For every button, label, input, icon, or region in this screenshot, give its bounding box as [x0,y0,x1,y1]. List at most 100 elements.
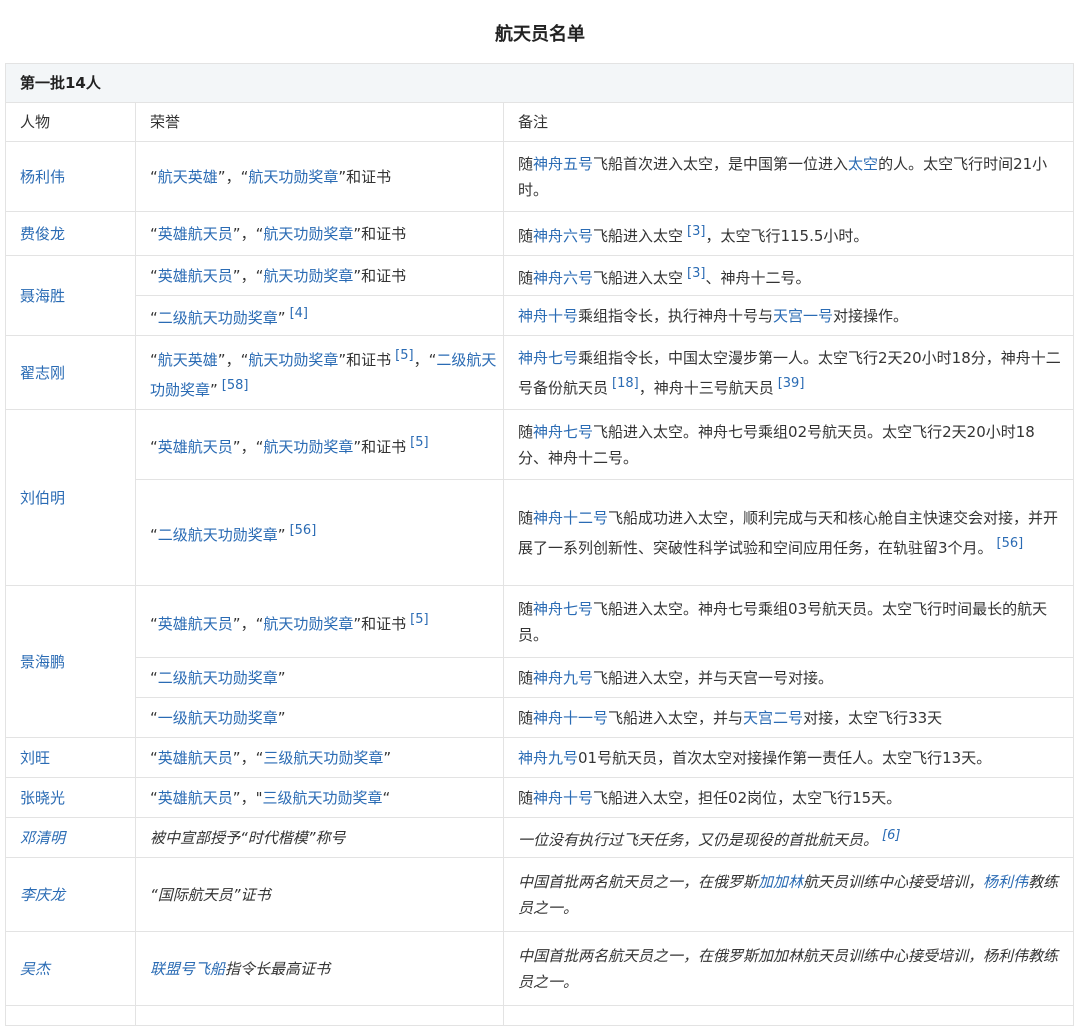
honor-cell: “二级航天功勋奖章” [56] [135,479,504,586]
spacecraft-link[interactable]: 联盟号飞船 [150,960,225,978]
mission-link[interactable]: 神舟七号 [533,600,593,618]
honor-link[interactable]: 二级航天功勋奖章 [158,669,278,687]
table-row: 费俊龙 “英雄航天员”，“航天功勋奖章”和证书 随神舟六号飞船进入太空 [3]，太… [5,211,1075,256]
person-cell: 翟志刚 [5,335,136,410]
person-link[interactable]: 刘旺 [20,749,50,767]
person-cell: 景海鹏 [5,585,136,738]
notes-cell: 随神舟五号飞船首次进入太空，是中国第一位进入太空的人。太空飞行时间21小时。 [502,141,1075,212]
honor-link[interactable]: 航天英雄 [158,168,218,186]
honor-link[interactable]: 英雄航天员 [158,225,233,243]
reference-link[interactable]: [5] [406,612,428,627]
honor-link[interactable]: 二级航天功勋奖章 [158,526,278,544]
reference-link[interactable]: [3] [683,266,705,281]
mission-link[interactable]: 神舟七号 [533,423,593,441]
honor-cell: “英雄航天员”，“航天功勋奖章”和证书 [5] [135,585,504,658]
person-link[interactable]: 李庆龙 [20,886,65,904]
honor-link[interactable]: 航天功勋奖章 [248,351,338,369]
honor-link[interactable]: 航天功勋奖章 [263,438,353,456]
honor-link[interactable]: 航天功勋奖章 [263,615,353,633]
honor-link[interactable]: 英雄航天员 [158,615,233,633]
reference-link[interactable]: [5] [391,348,413,363]
notes-cell: 一位没有执行过飞天任务，又仍是现役的首批航天员。 [6] [502,817,1075,858]
mission-link[interactable]: 神舟七号 [518,349,578,367]
reference-link[interactable]: [56] [993,536,1024,551]
mission-link[interactable]: 神舟十一号 [533,709,608,727]
table-row: 邓清明 被中宣部授予“时代楷模”称号 一位没有执行过飞天任务，又仍是现役的首批航… [5,817,1075,858]
person-link[interactable]: 刘伯明 [20,489,65,507]
notes-cell: 随神舟六号飞船进入太空 [3]，太空飞行115.5小时。 [502,211,1075,256]
notes-cell: 随神舟十一号飞船进入太空，并与天宫二号对接，太空飞行33天 [502,697,1075,738]
honor-cell: “航天英雄”，“航天功勋奖章”和证书 [135,141,504,212]
reference-link[interactable]: [4] [286,306,308,321]
honor-cell: “二级航天功勋奖章” [135,657,504,698]
notes-cell: 随神舟十号飞船进入太空，担任02岗位，太空飞行15天。 [502,777,1075,818]
honor-link[interactable]: 航天功勋奖章 [263,225,353,243]
reference-link[interactable]: [6] [878,828,900,843]
honor-link[interactable]: 航天功勋奖章 [263,267,353,285]
reference-link[interactable]: [58] [218,378,249,393]
mission-link[interactable]: 神舟九号 [533,669,593,687]
notes-cell: 随神舟九号飞船进入太空，并与天宫一号对接。 [502,657,1075,698]
person-cell: 聂海胜 [5,255,136,336]
mission-link[interactable]: 神舟五号 [533,155,593,173]
table-row: 聂海胜 “英雄航天员”，“航天功勋奖章”和证书 随神舟六号飞船进入太空 [3]、神… [5,255,1075,336]
notes-cell: 神舟七号乘组指令长，中国太空漫步第一人。太空飞行2天20小时18分，神舟十二号备… [502,335,1075,410]
mission-link[interactable]: 神舟六号 [533,227,593,245]
honor-link[interactable]: 航天功勋奖章 [248,168,338,186]
person-link[interactable]: 杨利伟 [20,168,65,186]
honor-link[interactable]: 英雄航天员 [158,267,233,285]
table-row: “二级航天功勋奖章” [4] 神舟十号乘组指令长，执行神舟十号与天宫一号对接操作。 [6,295,1075,336]
honor-link[interactable]: 二 [436,351,451,369]
notes-cell: 中国首批两名航天员之一，在俄罗斯加加林航天员训练中心接受培训，杨利伟教练员之一。 [502,931,1075,1006]
reference-link[interactable]: [3] [683,224,705,239]
honor-link[interactable]: 三级航天功勋奖章 [263,749,383,767]
mission-link[interactable]: 神舟十号 [518,307,578,325]
honor-link[interactable]: 二级航天功勋奖章 [158,309,278,327]
person-cell: 张晓光 [5,777,136,818]
mission-link[interactable]: 神舟六号 [533,269,593,287]
honor-link[interactable]: 英雄航天员 [158,749,233,767]
person-link[interactable]: 张晓光 [20,789,65,807]
reference-link[interactable]: [5] [406,435,428,450]
mission-link[interactable]: 神舟九号 [518,749,578,767]
training-center-link[interactable]: 加加林 [758,873,803,891]
astronaut-table: 第一批14人 人物 荣誉 备注 杨利伟 “航天英雄”，“航天功勋奖章”和证书 随… [4,63,1075,1026]
person-link[interactable]: 邓清明 [20,829,65,847]
honor-link[interactable]: 英雄航天员 [158,438,233,456]
notes-cell: 随神舟七号飞船进入太空。神舟七号乘组03号航天员。太空飞行时间最长的航天员。 [502,585,1075,658]
person-cell: 刘旺 [5,737,136,778]
station-link[interactable]: 天宫二号 [743,709,803,727]
mission-link[interactable]: 神舟十号 [533,789,593,807]
person-link[interactable]: 费俊龙 [20,225,65,243]
table-row: 张晓光 “英雄航天员”，"三级航天功勋奖章“ 随神舟十号飞船进入太空，担任02岗… [5,777,1075,818]
honor-cell: “一级航天功勋奖章” [135,697,504,738]
reference-link[interactable]: [56] [286,523,317,538]
honor-link[interactable]: 英雄航天员 [158,789,233,807]
honor-link[interactable]: 航天英雄 [158,351,218,369]
person-link[interactable]: 景海鹏 [20,653,65,671]
person-cell: 吴杰 [5,931,136,1006]
column-header-honor: 荣誉 [135,102,504,142]
person-link[interactable]: 杨利伟 [983,873,1028,891]
reference-link[interactable]: [18] [608,376,639,391]
table-row: “二级航天功勋奖章” [56] 随神舟十二号飞船成功进入太空，顺利完成与天和核心舱… [6,479,1075,586]
person-link[interactable]: 吴杰 [20,960,50,978]
table-row: “二级航天功勋奖章” 随神舟九号飞船进入太空，并与天宫一号对接。 [6,657,1075,698]
reference-link[interactable]: [39] [774,376,805,391]
person-link[interactable]: 聂海胜 [20,287,65,305]
person-link[interactable]: 翟志刚 [20,364,65,382]
person-cell: 邓清明 [5,817,136,858]
group-title: 第一批14人 [4,63,1075,103]
table-row [5,1005,1075,1026]
table-row: 杨利伟 “航天英雄”，“航天功勋奖章”和证书 随神舟五号飞船首次进入太空，是中国… [5,141,1075,212]
mission-link[interactable]: 神舟十二号 [533,509,608,527]
honor-cell: “航天英雄”，“航天功勋奖章”和证书 [5]，“二级航天功勋奖章” [58] [135,335,504,410]
notes-cell: 中国首批两名航天员之一，在俄罗斯加加林航天员训练中心接受培训，杨利伟教练员之一。 [502,857,1075,932]
notes-cell: 随神舟十二号飞船成功进入太空，顺利完成与天和核心舱自主快速交会对接，并开展了一系… [502,479,1075,586]
honor-link[interactable]: 一级航天功勋奖章 [158,709,278,727]
honor-link[interactable]: 三级航天功勋奖章 [262,789,382,807]
space-link[interactable]: 太空 [848,155,878,173]
station-link[interactable]: 天宫一号 [773,307,833,325]
honor-cell: “英雄航天员”，“三级航天功勋奖章” [135,737,504,778]
person-cell: 李庆龙 [5,857,136,932]
